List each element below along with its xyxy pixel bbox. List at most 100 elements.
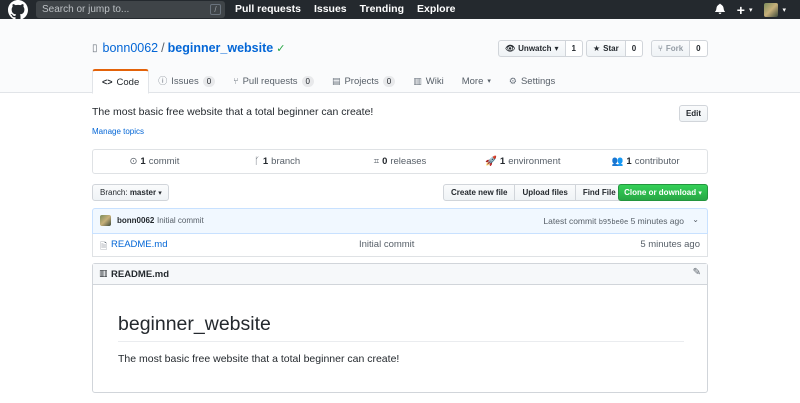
chevron-down-icon: ▾ [748,6,753,14]
branches-summary[interactable]: ᚴ 1 branch [216,150,339,173]
tab-code[interactable]: <> Code [92,69,150,94]
user-controls: + ▾ ▾ [714,0,786,19]
commits-summary[interactable]: ⊙ 1 commit [93,150,216,173]
latest-commit-prefix: Latest commit [543,216,597,226]
fork-button[interactable]: ⑂ Fork [651,40,691,57]
star-count[interactable]: 0 [625,40,644,57]
fork-count[interactable]: 0 [690,40,708,57]
edit-description-button[interactable]: Edit [679,105,708,122]
unwatch-button[interactable]: 👁 Unwatch ▾ [498,40,566,57]
branch-icon: ᚴ [254,156,260,167]
branches-label: branch [271,156,301,167]
chevron-down-icon[interactable]: ⌄ [692,215,699,224]
history-icon: ⊙ [129,156,138,167]
star-label: Star [603,44,619,53]
nav-explore[interactable]: Explore [417,0,456,19]
readme-body: The most basic free website that a total… [118,353,400,365]
rocket-icon: 🚀 [485,156,497,167]
tab-settings-label: Settings [520,75,556,87]
clone-or-download-button[interactable]: Clone or download ▾ [618,184,708,201]
tag-icon: ⌗ [373,156,380,167]
repo-title: ▯ bonn0062 / beginner_website ✓ [92,41,285,55]
latest-commit-bar: bonn0062 Initial commit Latest commit b9… [92,208,708,234]
table-row: 🗎 README.md Initial commit 5 minutes ago [92,234,708,257]
file-name-link[interactable]: README.md [111,239,167,250]
nav-trending[interactable]: Trending [360,0,404,19]
contributors-label: contributor [634,156,680,167]
branch-select[interactable]: Branch: master ▾ [92,184,169,201]
people-icon: 👥 [611,156,624,167]
github-logo-icon[interactable] [8,0,28,20]
global-header: Search or jump to... / Pull requests Iss… [0,0,800,20]
commit-author[interactable]: bonn0062 [117,216,154,225]
releases-summary[interactable]: ⌗ 0 releases [339,150,462,173]
watch-group: 👁 Unwatch ▾ 1 [498,40,583,57]
search-placeholder: Search or jump to... [42,4,130,15]
star-group: ★ Star 0 [586,40,644,57]
tab-projects-label: Projects [344,75,379,87]
new-plus-icon[interactable]: + [737,2,745,18]
branch-prefix: Branch: [100,188,128,197]
fork-label: Fork [665,44,684,53]
tab-issues-label: Issues [171,75,199,87]
commit-age: 5 minutes ago [630,216,684,226]
commit-sha[interactable]: b95be0e [599,218,629,226]
tab-more-label: More [461,75,484,87]
file-age: 5 minutes ago [640,239,700,250]
bell-icon[interactable] [714,3,725,17]
nav-pull-requests[interactable]: Pull requests [235,0,301,19]
chevron-down-icon: ▾ [698,190,702,197]
readme-header: ▥ README.md ✎ [93,264,707,285]
manage-topics-link[interactable]: Manage topics [92,127,144,136]
tab-more[interactable]: More ▾ [453,69,500,93]
pencil-icon[interactable]: ✎ [693,267,701,278]
tab-pull-requests-label: Pull requests [242,75,298,87]
clone-label: Clone or download [624,188,697,197]
releases-count: 0 [382,156,388,167]
pull-request-icon: ⑂ [233,75,239,86]
tab-wiki[interactable]: ▥ Wiki [404,69,452,93]
readme-box: ▥ README.md ✎ beginner_website The most … [92,263,708,393]
fork-group: ⑂ Fork 0 [651,40,708,57]
book-icon: ▥ [99,268,108,278]
tab-pull-requests[interactable]: ⑂ Pull requests 0 [224,69,323,93]
star-button[interactable]: ★ Star [586,40,626,57]
pull-requests-counter: 0 [301,75,314,87]
chevron-down-icon: ▾ [158,190,162,197]
projects-counter: 0 [382,75,396,87]
unwatch-label: Unwatch [518,44,552,53]
watch-count[interactable]: 1 [565,40,583,57]
slash-shortcut-key: / [210,4,221,15]
upload-files-button[interactable]: Upload files [515,184,576,201]
author-avatar[interactable] [100,215,111,226]
chevron-down-icon: ▾ [487,77,491,85]
chevron-down-icon: ▾ [782,6,786,14]
commits-count: 1 [140,156,146,167]
nav-issues[interactable]: Issues [314,0,347,19]
path-separator: / [161,41,165,55]
tab-issues[interactable]: ⓘ Issues 0 [149,69,224,93]
environments-label: environment [508,156,561,167]
issue-icon: ⓘ [158,75,168,86]
contributors-count: 1 [626,156,632,167]
environments-count: 1 [499,156,506,167]
repo-owner-link[interactable]: bonn0062 [103,41,159,55]
branches-count: 1 [262,156,269,167]
find-file-button[interactable]: Find File [575,184,624,201]
commit-message[interactable]: Initial commit [157,216,204,225]
book-icon: ▥ [413,75,422,86]
create-new-file-button[interactable]: Create new file [443,184,516,201]
file-actions: Create new file Upload files Find File [443,184,624,201]
tab-settings[interactable]: ⚙ Settings [500,69,564,93]
tab-projects[interactable]: ▤ Projects 0 [323,69,404,93]
environments-summary[interactable]: 🚀 1 environment [461,150,584,173]
file-icon: 🗎 [100,241,108,251]
contributors-summary[interactable]: 👥 1 contributor [584,150,707,173]
chevron-down-icon: ▾ [554,44,559,53]
eye-icon: 👁 [505,44,516,53]
gear-icon: ⚙ [508,75,517,86]
user-avatar[interactable] [764,2,779,17]
repo-name-link[interactable]: beginner_website [168,41,274,55]
search-input[interactable]: Search or jump to... / [36,1,225,18]
file-commit-message[interactable]: Initial commit [359,239,414,250]
